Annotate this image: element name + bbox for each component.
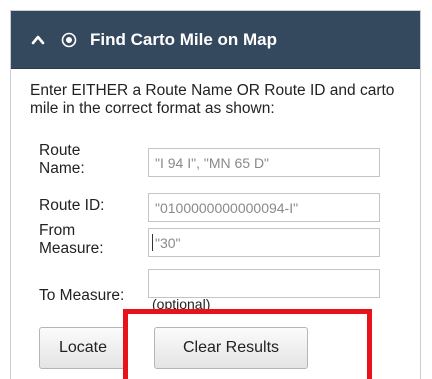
instructions-text: Enter EITHER a Route Name OR Route ID an… [30,82,395,117]
to-measure-input[interactable] [148,269,380,298]
route-id-input[interactable] [148,193,380,222]
panel-header[interactable]: Find Carto Mile on Map [11,11,420,69]
target-icon [61,32,77,48]
text-caret [152,234,153,251]
route-name-label: Route Name: [39,142,85,177]
to-measure-label: To Measure: [39,287,125,304]
from-measure-label: From Measure: [39,222,104,257]
from-measure-input[interactable] [148,228,380,257]
highlight-box [123,309,372,379]
route-name-input[interactable] [148,148,380,177]
panel-title: Find Carto Mile on Map [90,30,277,49]
chevron-up-icon[interactable] [30,33,46,47]
route-id-label: Route ID: [39,197,105,214]
locate-button[interactable]: Locate [39,327,127,369]
